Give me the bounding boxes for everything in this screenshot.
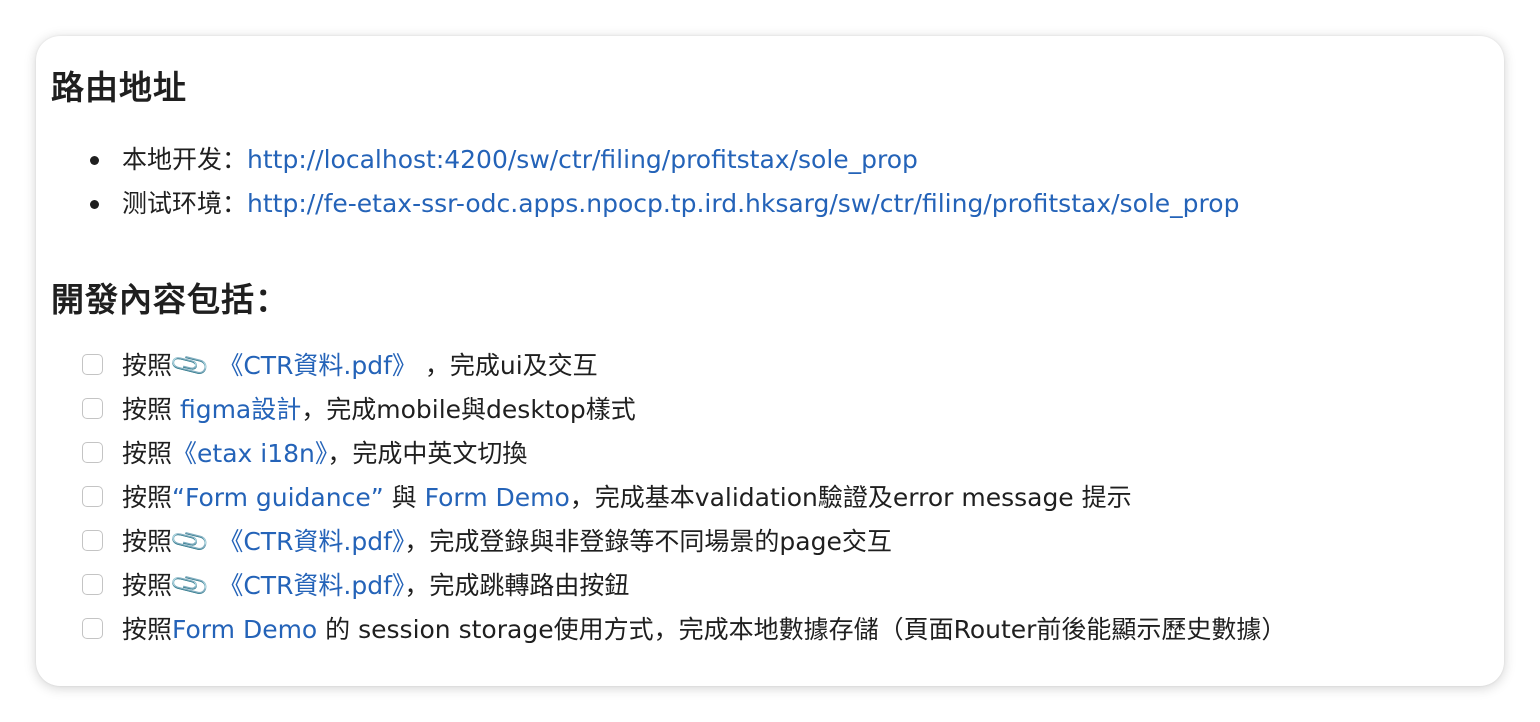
task-link-form-demo[interactable]: Form Demo [172, 615, 317, 644]
dev-heading: 開發內容包括： [51, 280, 289, 319]
task-item: 按照 figma設計，完成mobile與desktop樣式 [82, 388, 1286, 432]
route-label: 测试环境： [122, 189, 248, 218]
checkbox[interactable] [82, 354, 103, 375]
task-link-ctr-pdf[interactable]: 《CTR資料.pdf》 [210, 351, 424, 380]
content-card: 路由地址 本地开发：http://localhost:4200/sw/ctr/f… [36, 36, 1504, 686]
task-suffix: ，完成跳轉路由按鈕 [404, 571, 630, 600]
paperclip-icon: 📎 [168, 564, 213, 608]
task-item: 按照《etax i18n》，完成中英文切換 [82, 432, 1286, 476]
task-list: 按照📎 《CTR資料.pdf》 ，完成ui及交互 按照 figma設計，完成mo… [82, 344, 1286, 652]
task-prefix: 按照 [122, 395, 180, 424]
checkbox[interactable] [82, 618, 103, 639]
task-prefix: 按照 [122, 483, 173, 512]
task-link-ctr-pdf[interactable]: 《CTR資料.pdf》 [210, 571, 404, 600]
task-suffix: ，完成mobile與desktop樣式 [301, 395, 636, 424]
task-prefix: 按照 [122, 351, 173, 380]
task-link-ctr-pdf[interactable]: 《CTR資料.pdf》 [210, 527, 404, 556]
paperclip-icon: 📎 [168, 344, 213, 388]
route-label: 本地开发： [122, 145, 248, 174]
task-link-figma[interactable]: figma設計 [180, 395, 301, 424]
task-item: 按照“Form guidance” 與 Form Demo，完成基本valida… [82, 476, 1286, 520]
task-suffix: ，完成登錄與非登錄等不同場景的page交互 [404, 527, 892, 556]
route-list: 本地开发：http://localhost:4200/sw/ctr/filing… [88, 138, 1239, 226]
checkbox[interactable] [82, 486, 103, 507]
route-link-local[interactable]: http://localhost:4200/sw/ctr/filing/prof… [247, 145, 918, 174]
task-link-form-guidance[interactable]: “Form guidance” [172, 483, 384, 512]
task-suffix: ，完成基本validation驗證及error message 提示 [569, 483, 1132, 512]
route-link-test[interactable]: http://fe-etax-ssr-odc.apps.npocp.tp.ird… [247, 189, 1239, 218]
task-item: 按照📎 《CTR資料.pdf》，完成跳轉路由按鈕 [82, 564, 1286, 608]
task-suffix: ，完成ui及交互 [424, 351, 598, 380]
task-prefix: 按照 [122, 439, 173, 468]
task-link-i18n[interactable]: 《etax i18n》 [172, 439, 327, 468]
bullet-icon [90, 156, 99, 165]
task-item: 按照📎 《CTR資料.pdf》 ，完成ui及交互 [82, 344, 1286, 388]
task-middle: 與 [383, 483, 425, 512]
task-link-form-demo[interactable]: Form Demo [425, 483, 570, 512]
checkbox[interactable] [82, 398, 103, 419]
task-prefix: 按照 [122, 527, 173, 556]
task-suffix: ，完成中英文切換 [327, 439, 528, 468]
bullet-icon [90, 200, 99, 209]
task-suffix: 的 session storage使用方式，完成本地數據存儲（頁面Router前… [317, 615, 1287, 644]
route-item-local: 本地开发：http://localhost:4200/sw/ctr/filing… [88, 138, 1239, 182]
task-prefix: 按照 [122, 615, 173, 644]
route-heading: 路由地址 [51, 68, 187, 107]
checkbox[interactable] [82, 574, 103, 595]
checkbox[interactable] [82, 442, 103, 463]
checkbox[interactable] [82, 530, 103, 551]
task-item: 按照Form Demo 的 session storage使用方式，完成本地數據… [82, 608, 1286, 652]
task-item: 按照📎 《CTR資料.pdf》，完成登錄與非登錄等不同場景的page交互 [82, 520, 1286, 564]
route-item-test: 测试环境：http://fe-etax-ssr-odc.apps.npocp.t… [88, 182, 1239, 226]
task-prefix: 按照 [122, 571, 173, 600]
